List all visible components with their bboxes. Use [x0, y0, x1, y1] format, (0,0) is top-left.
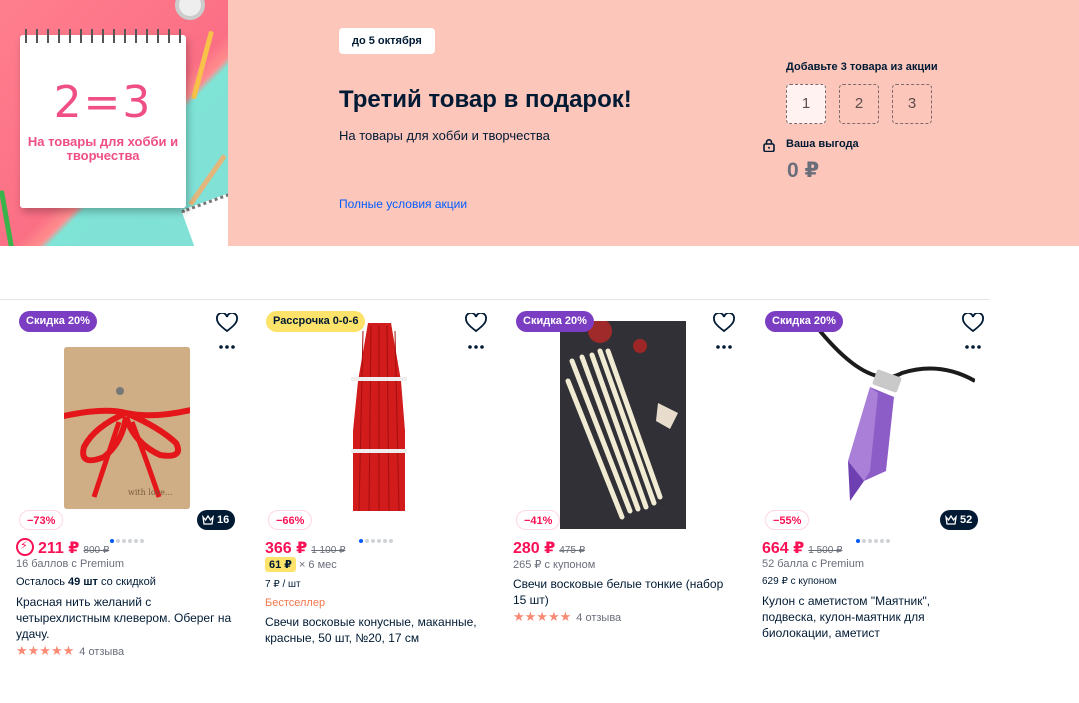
premium-points-badge: 16 [197, 510, 236, 530]
more-options-icon[interactable] [465, 343, 487, 351]
unit-price: 7 ₽ / шт [265, 579, 301, 590]
more-options-icon[interactable] [216, 343, 238, 351]
installment-info: 61 ₽ × 6 мес [265, 557, 337, 572]
bestseller-label: Бестселлер [265, 597, 326, 609]
promo-image: 2=3 На товары для хобби и творчества [0, 0, 228, 246]
promo-slot-1: 1 [786, 84, 826, 124]
product-rating: ★★★★★ 4 отзыва [513, 609, 621, 625]
installment-price: 61 ₽ [265, 557, 296, 572]
discount-badge: −66% [268, 510, 313, 530]
lock-icon [763, 139, 775, 152]
current-price: 366 ₽ [265, 540, 308, 557]
stock-suffix: со скидкой [97, 576, 156, 588]
image-pager [856, 530, 892, 543]
more-options-icon[interactable] [962, 343, 984, 351]
heart-icon[interactable] [465, 313, 487, 333]
section-divider [0, 299, 990, 300]
stock-note: Осталось 49 шт со скидкой [16, 576, 156, 588]
premium-points-note: 16 баллов с Premium [16, 558, 124, 570]
product-image[interactable] [790, 321, 975, 511]
premium-points-count: 16 [217, 514, 230, 526]
white-candles-picture [560, 321, 686, 529]
current-price: 664 ₽ [762, 540, 805, 557]
product-image[interactable] [560, 321, 686, 529]
old-price: 1 100 ₽ [311, 545, 346, 556]
amethyst-pendant-picture [790, 321, 975, 511]
product-title[interactable]: Кулон с аметистом "Маятник", подвеска, к… [762, 593, 986, 641]
promo-deadline-badge: до 5 октября [339, 28, 435, 54]
product-card[interactable]: Скидка 20% −41% 280 ₽475 ₽ 265 ₽ с купон… [501, 301, 749, 661]
product-card[interactable]: Рассрочка 0-0-6 −66% 366 ₽1 100 ₽ 61 ₽ × … [253, 301, 501, 661]
rating-stars: ★★★★★ [16, 643, 75, 658]
image-pager [110, 530, 146, 543]
promo-title: Третий товар в подарок! [339, 86, 632, 113]
product-price: 211 ₽800 ₽ [16, 538, 109, 558]
pencil-decor [191, 30, 214, 100]
promo-terms-link[interactable]: Полные условия акции [339, 197, 467, 211]
coupon-note: 265 ₽ с купоном [513, 559, 596, 571]
installment-term: × 6 мес [298, 559, 337, 571]
promo-badge: Скидка 20% [516, 311, 594, 332]
lightning-icon [16, 538, 34, 556]
heart-icon[interactable] [216, 313, 238, 333]
discount-badge: −55% [765, 510, 810, 530]
add-items-title: Добавьте 3 товара из акции [786, 61, 938, 73]
red-thread-picture: with love... [64, 347, 190, 509]
old-price: 475 ₽ [559, 545, 586, 556]
reviews-count[interactable]: 4 отзыва [79, 646, 124, 658]
crown-icon [945, 514, 957, 525]
promo-image-caption: На товары для хобби и творчества [27, 134, 179, 163]
heart-icon[interactable] [713, 313, 735, 333]
promo-badge: Скидка 20% [19, 311, 97, 332]
red-candles-picture [313, 321, 445, 521]
rating-stars: ★★★★★ [513, 609, 572, 624]
benefit-label: Ваша выгода [786, 138, 859, 150]
svg-text:with love...: with love... [128, 488, 173, 497]
more-options-icon[interactable] [713, 343, 735, 351]
product-image[interactable]: with love... [64, 347, 190, 509]
product-image[interactable] [313, 321, 445, 521]
promo-banner: 2=3 На товары для хобби и творчества до … [0, 0, 1079, 246]
image-pager [359, 530, 395, 543]
old-price: 1 500 ₽ [808, 545, 843, 556]
premium-points-note: 52 балла с Premium [762, 558, 865, 570]
product-title[interactable]: Красная нить желаний с четырехлистным кл… [16, 594, 240, 642]
notepad-card: 2=3 На товары для хобби и творчества [20, 29, 186, 208]
stock-prefix: Осталось [16, 576, 69, 588]
discount-badge: −73% [19, 510, 64, 530]
old-price: 800 ₽ [83, 545, 110, 556]
product-card[interactable]: with love... Скидка 20% −73% 16 211 ₽800… [4, 301, 252, 661]
benefit-value: 0 ₽ [787, 159, 820, 182]
promo-badge: Скидка 20% [765, 311, 843, 332]
promo-subtitle: На товары для хобби и творчества [339, 128, 550, 143]
pencil-decor [0, 190, 17, 246]
premium-points-count: 52 [960, 514, 973, 526]
promo-slot-2: 2 [839, 84, 879, 124]
product-price: 280 ₽475 ₽ [513, 538, 585, 558]
promo-slot-3: 3 [892, 84, 932, 124]
heart-icon[interactable] [962, 313, 984, 333]
product-rating: ★★★★★ 4 отзыва [16, 643, 124, 659]
crown-icon [202, 514, 214, 525]
promo-equation: 2=3 [53, 77, 153, 128]
current-price: 211 ₽ [38, 540, 80, 557]
reviews-count[interactable]: 4 отзыва [576, 612, 621, 624]
binder-clip-decor [175, 0, 205, 20]
installment-badge: Рассрочка 0-0-6 [266, 311, 366, 332]
product-price: 366 ₽1 100 ₽ [265, 538, 345, 558]
current-price: 280 ₽ [513, 540, 556, 557]
coupon-note: 629 ₽ с купоном [762, 576, 837, 587]
stock-count: 49 шт [68, 576, 98, 588]
discount-badge: −41% [516, 510, 561, 530]
product-price: 664 ₽1 500 ₽ [762, 538, 842, 558]
product-title[interactable]: Свечи восковые белые тонкие (набор 15 шт… [513, 576, 737, 608]
premium-points-badge: 52 [940, 510, 979, 530]
product-card[interactable]: Скидка 20% −55% 52 664 ₽1 500 ₽ 52 балла… [750, 301, 998, 661]
spiral-rings [20, 29, 186, 43]
product-title[interactable]: Свечи восковые конусные, маканные, красн… [265, 614, 489, 646]
